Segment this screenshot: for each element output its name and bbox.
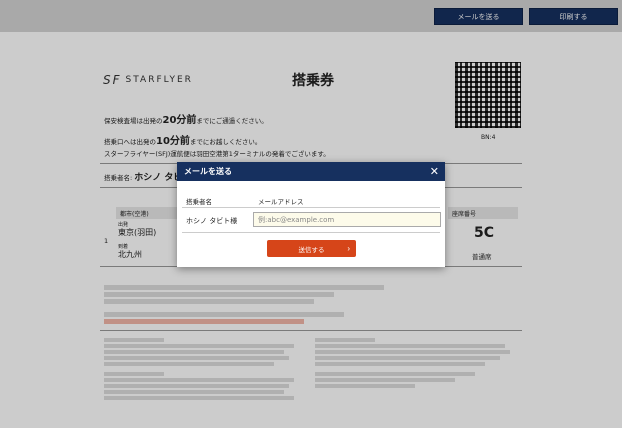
dialog-header: メールを送る ✕ <box>177 162 445 181</box>
send-button[interactable]: 送信する › <box>267 240 356 257</box>
email-input[interactable] <box>253 212 441 227</box>
close-icon[interactable]: ✕ <box>430 165 439 178</box>
chevron-right-icon: › <box>347 244 350 253</box>
dialog-divider <box>182 232 440 233</box>
email-header: メールアドレス <box>258 198 304 206</box>
dialog-divider <box>182 207 440 208</box>
passenger-name: ホシノ タビト様 <box>186 217 238 225</box>
send-label: 送信する <box>298 246 325 254</box>
dialog-title: メールを送る <box>184 167 232 176</box>
passenger-header: 搭乗者名 <box>186 198 212 206</box>
send-mail-dialog: メールを送る ✕ 搭乗者名 メールアドレス ホシノ タビト様 送信する › <box>177 162 445 267</box>
